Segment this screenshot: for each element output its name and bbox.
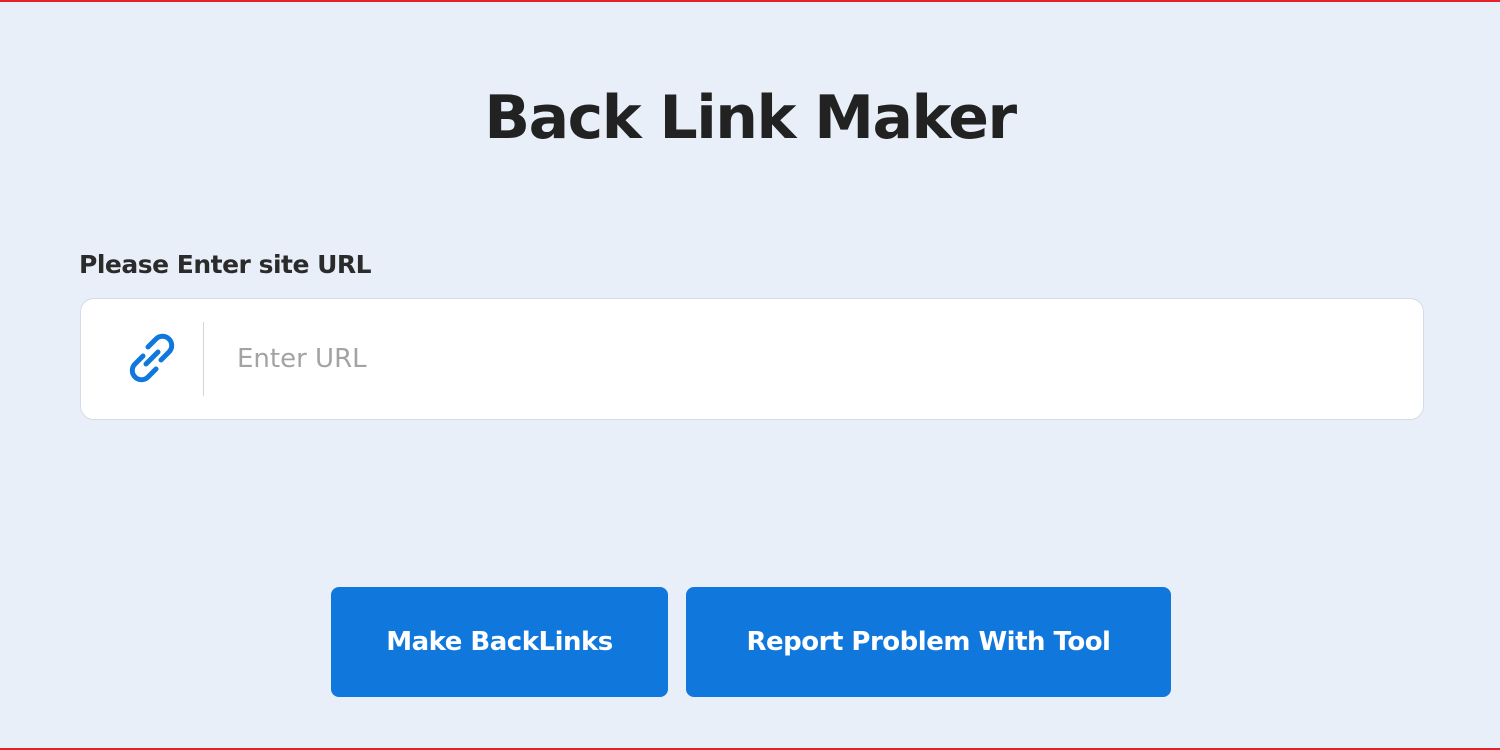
make-backlinks-button[interactable]: Make BackLinks [331, 587, 668, 697]
page-frame: Back Link Maker Please Enter site URL Ma… [0, 0, 1500, 750]
link-icon [129, 333, 175, 383]
url-input-wrapper[interactable] [80, 298, 1424, 420]
input-divider [203, 322, 204, 396]
report-problem-button[interactable]: Report Problem With Tool [686, 587, 1171, 697]
site-url-input[interactable] [237, 329, 1387, 389]
site-url-label: Please Enter site URL [79, 250, 372, 279]
page-title: Back Link Maker [484, 83, 1017, 153]
